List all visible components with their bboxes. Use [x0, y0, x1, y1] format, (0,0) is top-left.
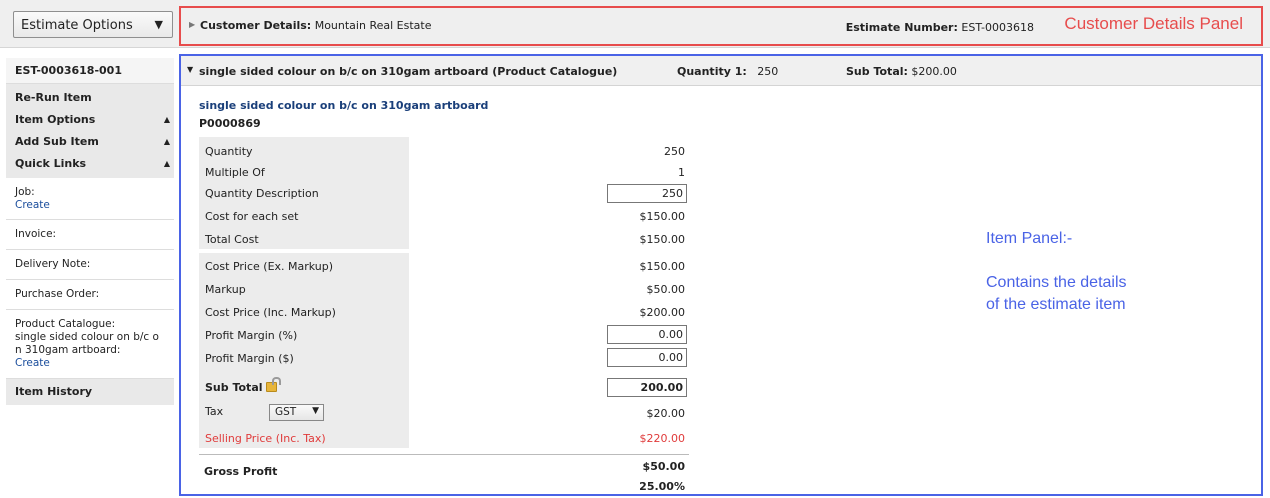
profit-margin-amt-label: Profit Margin ($) [205, 352, 294, 365]
cost-ex-markup-label: Cost Price (Ex. Markup) [205, 260, 334, 273]
estimate-options-dropdown[interactable]: Estimate Options ▼ [13, 11, 173, 38]
item-options-menu[interactable]: Item Options ▲ [6, 110, 174, 132]
quick-links-menu[interactable]: Quick Links ▲ [6, 154, 174, 176]
product-name: single sided colour on b/c on 310gam art… [199, 99, 489, 112]
job-label: Job: [15, 186, 35, 198]
customer-label: Customer Details: [200, 19, 312, 32]
quantity-label: Quantity [205, 145, 253, 158]
multiple-of-label: Multiple Of [205, 166, 265, 179]
markup-label: Markup [205, 283, 246, 296]
rerun-item-button[interactable]: Re-Run Item [6, 88, 174, 110]
total-cost-value: $150.00 [639, 233, 686, 246]
estimate-options-label: Estimate Options [21, 18, 133, 33]
divider [199, 454, 689, 455]
caret-up-icon: ▲ [163, 159, 170, 168]
item-panel: ▼ single sided colour on b/c on 310gam a… [179, 54, 1263, 496]
tax-value: $20.00 [646, 407, 686, 420]
catalogue-label-line3: n 310gam artboard: [15, 344, 121, 356]
cost-each-set-label: Cost for each set [205, 210, 299, 223]
quantity-description-input[interactable]: 250 [607, 184, 687, 203]
sub-total-label-wrap: Sub Total [205, 377, 281, 394]
caret-up-icon: ▲ [163, 137, 170, 146]
quick-link-purchase-order: Purchase Order: [6, 280, 174, 310]
gross-profit-value: $50.00 [642, 460, 685, 473]
item-header-subtotal: Sub Total: $200.00 [846, 65, 957, 78]
markup-value: $50.00 [646, 283, 686, 296]
tax-select-value: GST [275, 406, 297, 418]
item-panel-annotation-line1: Contains the details [986, 274, 1127, 291]
item-options-label: Item Options [15, 113, 96, 126]
item-history-button[interactable]: Item History [6, 379, 174, 405]
catalogue-label: Product Catalogue: [15, 318, 116, 330]
selling-price-label: Selling Price (Inc. Tax) [205, 432, 326, 445]
cost-inc-markup-label: Cost Price (Inc. Markup) [205, 306, 336, 319]
total-cost-label: Total Cost [205, 233, 259, 246]
quick-link-delivery-note: Delivery Note: [6, 250, 174, 280]
item-panel-annotation-title: Item Panel:- [986, 230, 1073, 247]
item-header-title: single sided colour on b/c on 310gam art… [199, 65, 618, 78]
estimate-number: Estimate Number: EST-0003618 [846, 21, 1034, 34]
add-sub-item-menu[interactable]: Add Sub Item ▲ [6, 132, 174, 154]
customer-value: Mountain Real Estate [314, 19, 432, 32]
profit-margin-pct-label: Profit Margin (%) [205, 329, 298, 342]
collapse-triangle-icon[interactable]: ▼ [187, 65, 193, 74]
item-panel-annotation-line2: of the estimate item [986, 296, 1126, 313]
sub-total-input[interactable]: 200.00 [607, 378, 687, 397]
header-qty-value: 250 [757, 65, 779, 78]
quick-links-label: Quick Links [15, 157, 87, 170]
profit-margin-amt-input[interactable]: 0.00 [607, 348, 687, 367]
estimate-number-label: Estimate Number: [845, 21, 958, 34]
chevron-down-icon: ▼ [312, 406, 319, 416]
sub-total-label: Sub Total [205, 381, 263, 394]
customer-panel-annotation: Customer Details Panel [1064, 14, 1243, 33]
add-sub-item-label: Add Sub Item [15, 135, 99, 148]
job-create-link[interactable]: Create [15, 199, 165, 212]
sidebar: EST-0003618-001 Re-Run Item Item Options… [6, 58, 174, 498]
header-subtotal-label: Sub Total: [846, 65, 908, 78]
catalogue-label-line2: single sided colour on b/c o [15, 331, 159, 343]
cost-ex-markup-value: $150.00 [639, 260, 686, 273]
quick-link-job: Job: Create [6, 178, 174, 220]
tax-label: Tax [205, 405, 224, 418]
item-header-quantity: Quantity 1: 250 [677, 65, 778, 78]
customer-details[interactable]: Customer Details: Mountain Real Estate [200, 19, 431, 32]
catalogue-create-link[interactable]: Create [15, 357, 165, 370]
top-bar: Estimate Options ▼ ▶ Customer Details: M… [0, 0, 1270, 48]
header-qty-label: Quantity 1: [677, 65, 747, 78]
profit-margin-pct-input[interactable]: 0.00 [607, 325, 687, 344]
sidebar-menu: Re-Run Item Item Options ▲ Add Sub Item … [6, 84, 174, 178]
selling-price-value: $220.00 [639, 432, 686, 445]
tax-select[interactable]: GST ▼ [269, 404, 324, 421]
lock-icon[interactable] [265, 377, 281, 392]
cost-each-set-value: $150.00 [639, 210, 686, 223]
gross-profit-pct: 25.00% [639, 480, 685, 493]
quantity-value: 250 [664, 145, 685, 158]
quantity-description-label: Quantity Description [205, 187, 319, 200]
estimate-number-value: EST-0003618 [961, 21, 1034, 34]
item-header[interactable]: ▼ single sided colour on b/c on 310gam a… [181, 56, 1261, 86]
quick-link-product-catalogue: Product Catalogue: single sided colour o… [6, 310, 174, 379]
sidebar-item-id[interactable]: EST-0003618-001 [6, 58, 174, 84]
cost-inc-markup-value: $200.00 [639, 306, 686, 319]
customer-details-panel: ▶ Customer Details: Mountain Real Estate… [179, 6, 1263, 46]
caret-up-icon: ▲ [163, 115, 170, 124]
chevron-down-icon: ▼ [154, 18, 163, 31]
product-code: P0000869 [199, 117, 261, 130]
quick-link-invoice: Invoice: [6, 220, 174, 250]
gross-profit-label: Gross Profit [204, 465, 278, 478]
header-subtotal-value: $200.00 [911, 65, 957, 78]
multiple-of-value: 1 [678, 166, 685, 179]
expand-triangle-icon[interactable]: ▶ [189, 20, 195, 29]
